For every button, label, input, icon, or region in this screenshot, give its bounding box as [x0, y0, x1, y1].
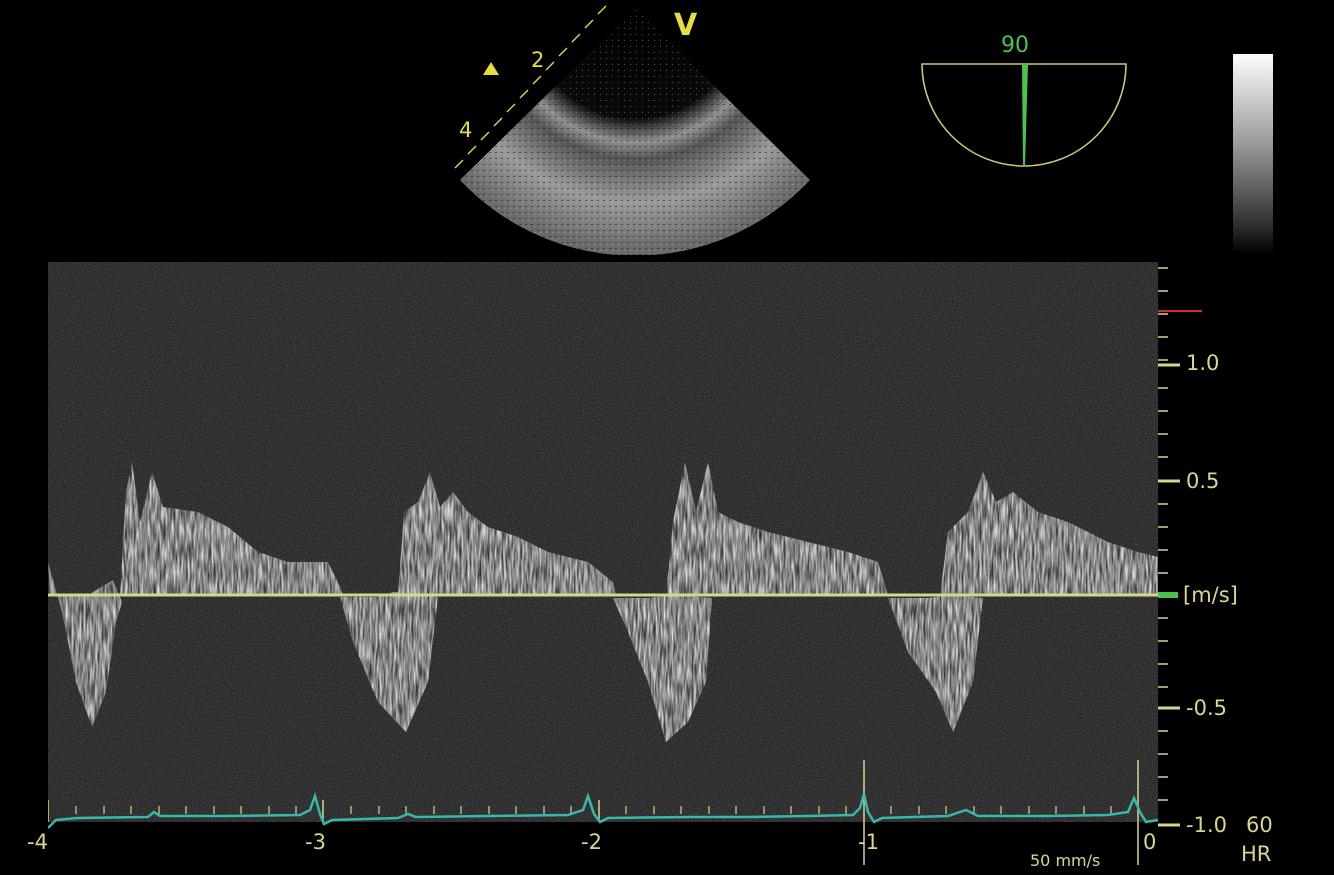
- velocity-unit-label: [m/s]: [1183, 583, 1238, 607]
- angle-value: 90: [1001, 33, 1029, 58]
- sector-image: [454, 5, 810, 255]
- time-label-neg-3: -3: [305, 830, 326, 854]
- focus-marker-icon: [483, 62, 499, 75]
- depth-label-4: 4: [459, 118, 473, 142]
- heart-rate-value: 60: [1246, 813, 1273, 837]
- angle-gauge: [921, 63, 1127, 167]
- sweep-speed-label: 50 mm/s: [1030, 851, 1101, 870]
- ecg-trace: [48, 760, 1158, 865]
- depth-label-2: 2: [531, 48, 545, 72]
- velocity-label-neg-1: -1.0: [1186, 813, 1227, 837]
- velocity-label-0-5: 0.5: [1186, 469, 1220, 493]
- velocity-label-1: 1.0: [1186, 351, 1220, 375]
- heart-rate-label: HR: [1241, 842, 1272, 866]
- time-label-neg-2: -2: [581, 830, 602, 854]
- doppler-spectrum: [48, 262, 1158, 822]
- time-label-neg-1: -1: [858, 830, 879, 854]
- velocity-label-neg-0-5: -0.5: [1186, 696, 1227, 720]
- grayscale-map-bar: [1233, 54, 1273, 254]
- time-label-neg-4: -4: [27, 830, 48, 854]
- probe-orientation-marker: V: [674, 8, 698, 43]
- time-label-0: 0: [1143, 830, 1157, 854]
- velocity-scale: [1158, 267, 1202, 827]
